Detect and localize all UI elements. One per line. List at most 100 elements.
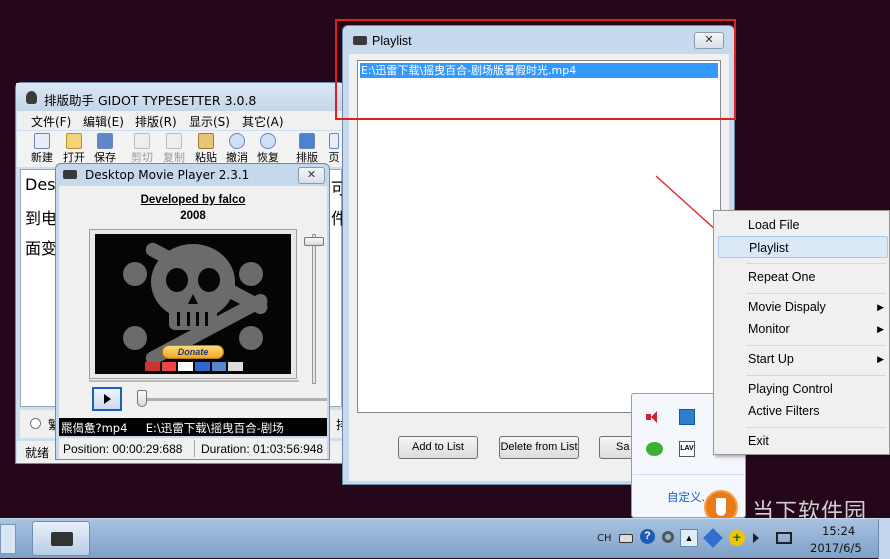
- lav-tray-icon[interactable]: LAV: [679, 441, 695, 457]
- redo-button[interactable]: 恢复: [253, 131, 283, 165]
- volume-track: [312, 234, 316, 384]
- doc-line: Des: [25, 175, 56, 194]
- play-button[interactable]: [92, 387, 122, 411]
- clock-time[interactable]: 15:24: [822, 524, 855, 538]
- save-button[interactable]: 保存: [90, 131, 120, 165]
- play-icon: [104, 394, 111, 404]
- menu-separator: [746, 345, 886, 346]
- menu-item-monitor[interactable]: Monitor ▶: [718, 318, 888, 340]
- player-body: Developed by falco 2008 Donate 羆偈惫?mp4 E…: [59, 186, 327, 436]
- menu-separator: [746, 263, 886, 264]
- video-panel: Donate: [89, 229, 297, 379]
- settings-icon[interactable]: [662, 531, 674, 543]
- menu-file[interactable]: 文件(F): [31, 113, 71, 130]
- typeset-button[interactable]: 排版: [292, 131, 322, 165]
- card-icon: [145, 362, 160, 371]
- menu-item-exit[interactable]: Exit: [718, 430, 888, 452]
- submenu-arrow-icon: ▶: [877, 324, 884, 334]
- payment-cards: [145, 362, 244, 371]
- player-close-button[interactable]: ✕: [298, 167, 325, 184]
- keyboard-icon[interactable]: [619, 534, 633, 543]
- menu-edit[interactable]: 编辑(E): [83, 113, 124, 130]
- marquee-bar: 羆偈惫?mp4 E:\迅雷下载\摇曳百合-剧场: [59, 418, 327, 436]
- taskbar-pinned-app[interactable]: [0, 524, 16, 554]
- undo-icon: [229, 133, 245, 149]
- save-icon: [97, 133, 113, 149]
- player-title: Desktop Movie Player 2.3.1: [85, 168, 250, 182]
- new-button[interactable]: 新建: [27, 131, 57, 165]
- donate-button[interactable]: Donate: [162, 345, 224, 359]
- credit-text: Developed by falco: [140, 194, 246, 206]
- taskbar: CH ? ▲ + 15:24 2017/6/5: [0, 518, 890, 559]
- network-tray-icon[interactable]: [703, 528, 723, 548]
- typesetter-title: 排版助手 GIDOT TYPESETTER 3.0.8: [44, 93, 257, 108]
- open-button[interactable]: 打开: [59, 131, 89, 165]
- cut-icon: [134, 133, 150, 149]
- delete-from-list-button[interactable]: Delete from List: [499, 436, 579, 459]
- menu-item-playing-control[interactable]: Playing Control: [718, 378, 888, 400]
- doc-line: 面变: [25, 239, 58, 258]
- camera-icon: [63, 170, 77, 179]
- seek-thumb[interactable]: [137, 390, 147, 407]
- help-icon[interactable]: ?: [640, 529, 655, 544]
- volume-tray-icon[interactable]: [646, 410, 662, 424]
- controls-bar: [89, 380, 299, 382]
- redo-icon: [260, 133, 276, 149]
- display-icon[interactable]: [776, 532, 792, 544]
- menu-other[interactable]: 其它(A): [242, 113, 284, 130]
- menu-item-load-file[interactable]: Load File: [718, 214, 888, 236]
- add-to-list-button[interactable]: Add to List: [398, 436, 478, 459]
- card-icon: [195, 362, 210, 371]
- page-icon: [329, 133, 339, 149]
- card-icon: [161, 362, 177, 371]
- radio-button[interactable]: [30, 418, 41, 429]
- typesetter-toolbar: 新建 打开 保存 剪切 复制 粘贴 撤消 恢复 排版 页: [17, 131, 345, 167]
- cut-button[interactable]: 剪切: [127, 131, 157, 165]
- copy-icon: [166, 133, 182, 149]
- new-icon: [34, 133, 50, 149]
- update-tray-icon[interactable]: +: [729, 530, 745, 546]
- submenu-arrow-icon: ▶: [877, 354, 884, 364]
- movie-player-window: Desktop Movie Player 2.3.1 ✕ Developed b…: [55, 163, 330, 460]
- camera-icon: [51, 532, 73, 546]
- player-titlebar[interactable]: Desktop Movie Player 2.3.1 ✕: [56, 164, 329, 186]
- show-desktop-button[interactable]: [878, 519, 890, 559]
- paste-icon: [198, 133, 214, 149]
- menu-item-start-up[interactable]: Start Up ▶: [718, 348, 888, 370]
- menu-item-playlist[interactable]: Playlist: [718, 236, 888, 258]
- menu-item-movie-display[interactable]: Movie Dispaly ▶: [718, 296, 888, 318]
- app-icon: [26, 91, 37, 104]
- marquee-text: 羆偈惫?mp4 E:\迅雷下载\摇曳百合-剧场: [61, 421, 284, 435]
- menu-separator: [746, 427, 886, 428]
- seek-slider[interactable]: [137, 390, 327, 408]
- language-indicator[interactable]: CH: [597, 533, 612, 544]
- taskbar-movie-player[interactable]: [32, 521, 90, 556]
- year-text: 2008: [180, 210, 206, 222]
- status-text: 就绪: [25, 446, 50, 460]
- volume-thumb[interactable]: [304, 237, 324, 246]
- menu-separator: [746, 375, 886, 376]
- wechat-tray-icon[interactable]: [646, 442, 663, 456]
- open-icon: [66, 133, 82, 149]
- card-icon: [178, 362, 194, 371]
- clock-date[interactable]: 2017/6/5: [810, 541, 862, 555]
- video-area[interactable]: Donate: [95, 234, 291, 374]
- volume-slider[interactable]: [304, 234, 324, 384]
- highlight-annotation-box: [335, 19, 736, 120]
- tray-expand-button[interactable]: ▲: [680, 529, 698, 547]
- doc-line: 到电: [25, 209, 58, 228]
- menu-display[interactable]: 显示(S): [189, 113, 230, 130]
- paste-button[interactable]: 粘贴: [191, 131, 221, 165]
- typeset-icon: [299, 133, 315, 149]
- undo-button[interactable]: 撤消: [222, 131, 252, 165]
- page-button[interactable]: 页: [324, 131, 344, 165]
- menu-item-repeat-one[interactable]: Repeat One: [718, 266, 888, 288]
- menu-typeset[interactable]: 排版(R): [135, 113, 177, 130]
- typesetter-titlebar[interactable]: 排版助手 GIDOT TYPESETTER 3.0.8: [16, 83, 344, 111]
- copy-button[interactable]: 复制: [159, 131, 189, 165]
- status-divider: [194, 440, 195, 457]
- app-tray-icon[interactable]: [679, 409, 695, 425]
- speaker-icon[interactable]: [753, 533, 763, 543]
- menu-separator: [746, 293, 886, 294]
- menu-item-active-filters[interactable]: Active Filters: [718, 400, 888, 422]
